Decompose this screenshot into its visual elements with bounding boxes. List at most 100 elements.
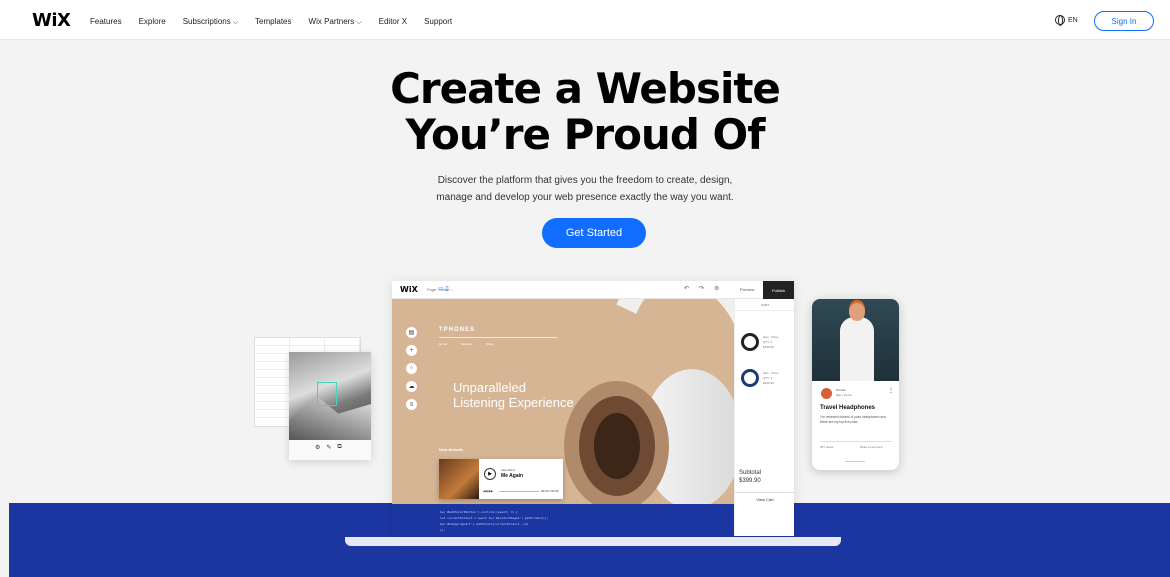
editor-mockup: WiX Page: Home ⌵ ▭ ▯ ↶ ↷ ⊜ Preview Publi…	[392, 281, 794, 536]
avatar	[821, 388, 832, 399]
code-panel: $w('#addToCartButton').onClick((event) =…	[392, 504, 734, 536]
new-arrivals-label: New Arrivals	[439, 447, 464, 452]
user-info: Nicolas Sun • 2 min	[836, 388, 851, 398]
hero-title-line: Create a Website	[390, 64, 781, 113]
progress-bar	[499, 491, 539, 492]
album-cover	[439, 459, 479, 499]
cart-item-price: $199.95	[763, 345, 774, 349]
headphones-thumb-icon	[741, 333, 759, 351]
player-controls-icon: ◀◀ ▶▶	[483, 489, 494, 493]
more-icon: ⋮	[888, 388, 894, 394]
database-icon: ≡	[406, 399, 417, 410]
chevron-down-icon: ⌵	[232, 19, 239, 26]
code-line: let currentProduct = await $w('#productP…	[440, 516, 549, 520]
table-row	[255, 338, 360, 346]
post-title: Travel Headphones	[820, 405, 876, 411]
top-nav-bar: WiX Features Explore Subscriptions ⌵ Temp…	[0, 0, 1170, 40]
code-line: $w('#addToCartButton').onClick((event) =…	[440, 510, 518, 514]
save-icon: ⊜	[714, 286, 720, 292]
nav-item-templates[interactable]: Templates	[255, 17, 291, 27]
language-selector[interactable]: EN	[1055, 15, 1078, 26]
cart-item-text: Item · Price	[763, 335, 779, 339]
hero-subtitle-line: Discover the platform that gives you the…	[437, 175, 733, 186]
redo-icon: ↷	[699, 286, 705, 292]
view-cart-button: View Cart	[735, 492, 794, 506]
cart-item-text: QTY: 1	[763, 340, 773, 344]
play-icon: ▶	[484, 468, 496, 480]
desktop-icon: ▭ ▯	[438, 286, 449, 292]
laptop-base	[345, 537, 841, 546]
code-line: });	[440, 528, 446, 532]
preview-button: Preview	[740, 287, 755, 292]
track-time: 00:20 / 03:36	[541, 489, 559, 493]
person-head	[849, 303, 865, 321]
post-body: I’ve reviewed dozens of pairs headphones…	[820, 415, 886, 424]
user-name: Nicolas	[836, 388, 846, 392]
home-indicator	[845, 461, 865, 462]
music-player: ▶ Jake Blind Me Again ◀◀ ▶▶ 00:20 / 03:3…	[439, 459, 563, 499]
editor-canvas: ▤ + ⁘ ☁ ≡ TPHONES Home Reviews Shop Unpa…	[392, 299, 734, 504]
settings-icon[interactable]: ⚙	[315, 444, 320, 451]
phone-mockup: Nicolas Sun • 2 min ⋮ Travel Headphones I…	[812, 299, 899, 470]
view-count: 257 views	[820, 445, 834, 449]
get-started-button[interactable]: Get Started	[542, 218, 646, 248]
nav-item-subscriptions[interactable]: Subscriptions ⌵	[183, 17, 238, 27]
cart-item-text: QTY: 1	[763, 376, 773, 380]
site-menu-item: Home	[439, 342, 448, 346]
wix-logo[interactable]: WiX	[32, 10, 71, 31]
image-editor-card: ⚙ ✎ ⧉	[289, 352, 371, 460]
globe-icon	[1055, 15, 1065, 26]
hero-title-line: You’re Proud Of	[405, 110, 765, 159]
editor-actions: ↶ ↷ ⊜	[684, 285, 719, 292]
upload-icon: ☁	[406, 381, 417, 392]
cart-panel: CART Item · Price QTY: 1 $199.95 Item · Pr…	[734, 299, 794, 536]
cart-item: Item · Price QTY: 1 $199.95	[741, 367, 791, 391]
chevron-down-icon: ⌵	[356, 19, 362, 26]
subtotal-value: $399.90	[739, 478, 761, 484]
apps-icon: ⁘	[406, 363, 417, 374]
main-nav: Features Explore Subscriptions ⌵ Template…	[90, 17, 469, 27]
editor-side-toolbar: ▤ + ⁘ ☁ ≡	[406, 327, 417, 410]
cart-header: CART	[735, 299, 794, 311]
site-menu-item: Reviews	[461, 342, 473, 346]
comment-link: Write a comment	[860, 445, 883, 449]
site-headline-line: Unparalleled	[453, 380, 526, 395]
subtotal-label: Subtotal	[739, 470, 762, 476]
cart-item-price: $199.95	[763, 381, 774, 385]
language-label: EN	[1068, 16, 1078, 24]
hero-subtitle: Discover the platform that gives you the…	[0, 172, 1170, 206]
add-icon: +	[406, 345, 417, 356]
artist-name: Jake Blind	[501, 468, 515, 472]
nav-item-wix-partners[interactable]: Wix Partners ⌵	[309, 17, 362, 27]
publish-button: Publish	[763, 281, 794, 299]
site-menu-item: Shop	[486, 342, 494, 346]
cart-item-text: Item · Price	[763, 371, 779, 375]
code-line: $w('#shoppingCart').addToCart(currentPro…	[440, 522, 529, 526]
site-divider	[439, 337, 557, 338]
user-meta: Sun • 2 min	[836, 393, 852, 397]
site-headline: Unparalleled Listening Experience	[453, 380, 574, 410]
nav-item-support[interactable]: Support	[424, 17, 452, 27]
hero-title: Create a Website You’re Proud Of	[0, 66, 1170, 158]
nav-item-editor-x[interactable]: Editor X	[379, 17, 407, 27]
edit-icon[interactable]: ✎	[326, 444, 331, 451]
crop-icon[interactable]: ⧉	[337, 444, 341, 451]
pages-icon: ▤	[406, 327, 417, 338]
headphone-cup-inner	[594, 413, 640, 479]
site-brand: TPHONES	[439, 327, 476, 333]
nav-item-explore[interactable]: Explore	[139, 17, 166, 27]
person-figure	[840, 317, 874, 381]
headphones-thumb-icon	[741, 369, 759, 387]
cart-item: Item · Price QTY: 1 $199.95	[741, 331, 791, 355]
hero-subtitle-line: manage and develop your web presence exa…	[436, 192, 734, 203]
divider	[820, 441, 892, 442]
song-title: Me Again	[501, 473, 524, 479]
sign-in-button[interactable]: Sign In	[1094, 11, 1154, 31]
site-headline-line: Listening Experience	[453, 395, 574, 410]
site-menu: Home Reviews Shop	[439, 342, 493, 346]
image-tools: ⚙ ✎ ⧉	[315, 444, 342, 451]
nav-item-features[interactable]: Features	[90, 17, 122, 27]
editor-logo: WiX	[400, 285, 418, 294]
undo-icon: ↶	[684, 286, 690, 292]
selection-box	[317, 382, 337, 406]
